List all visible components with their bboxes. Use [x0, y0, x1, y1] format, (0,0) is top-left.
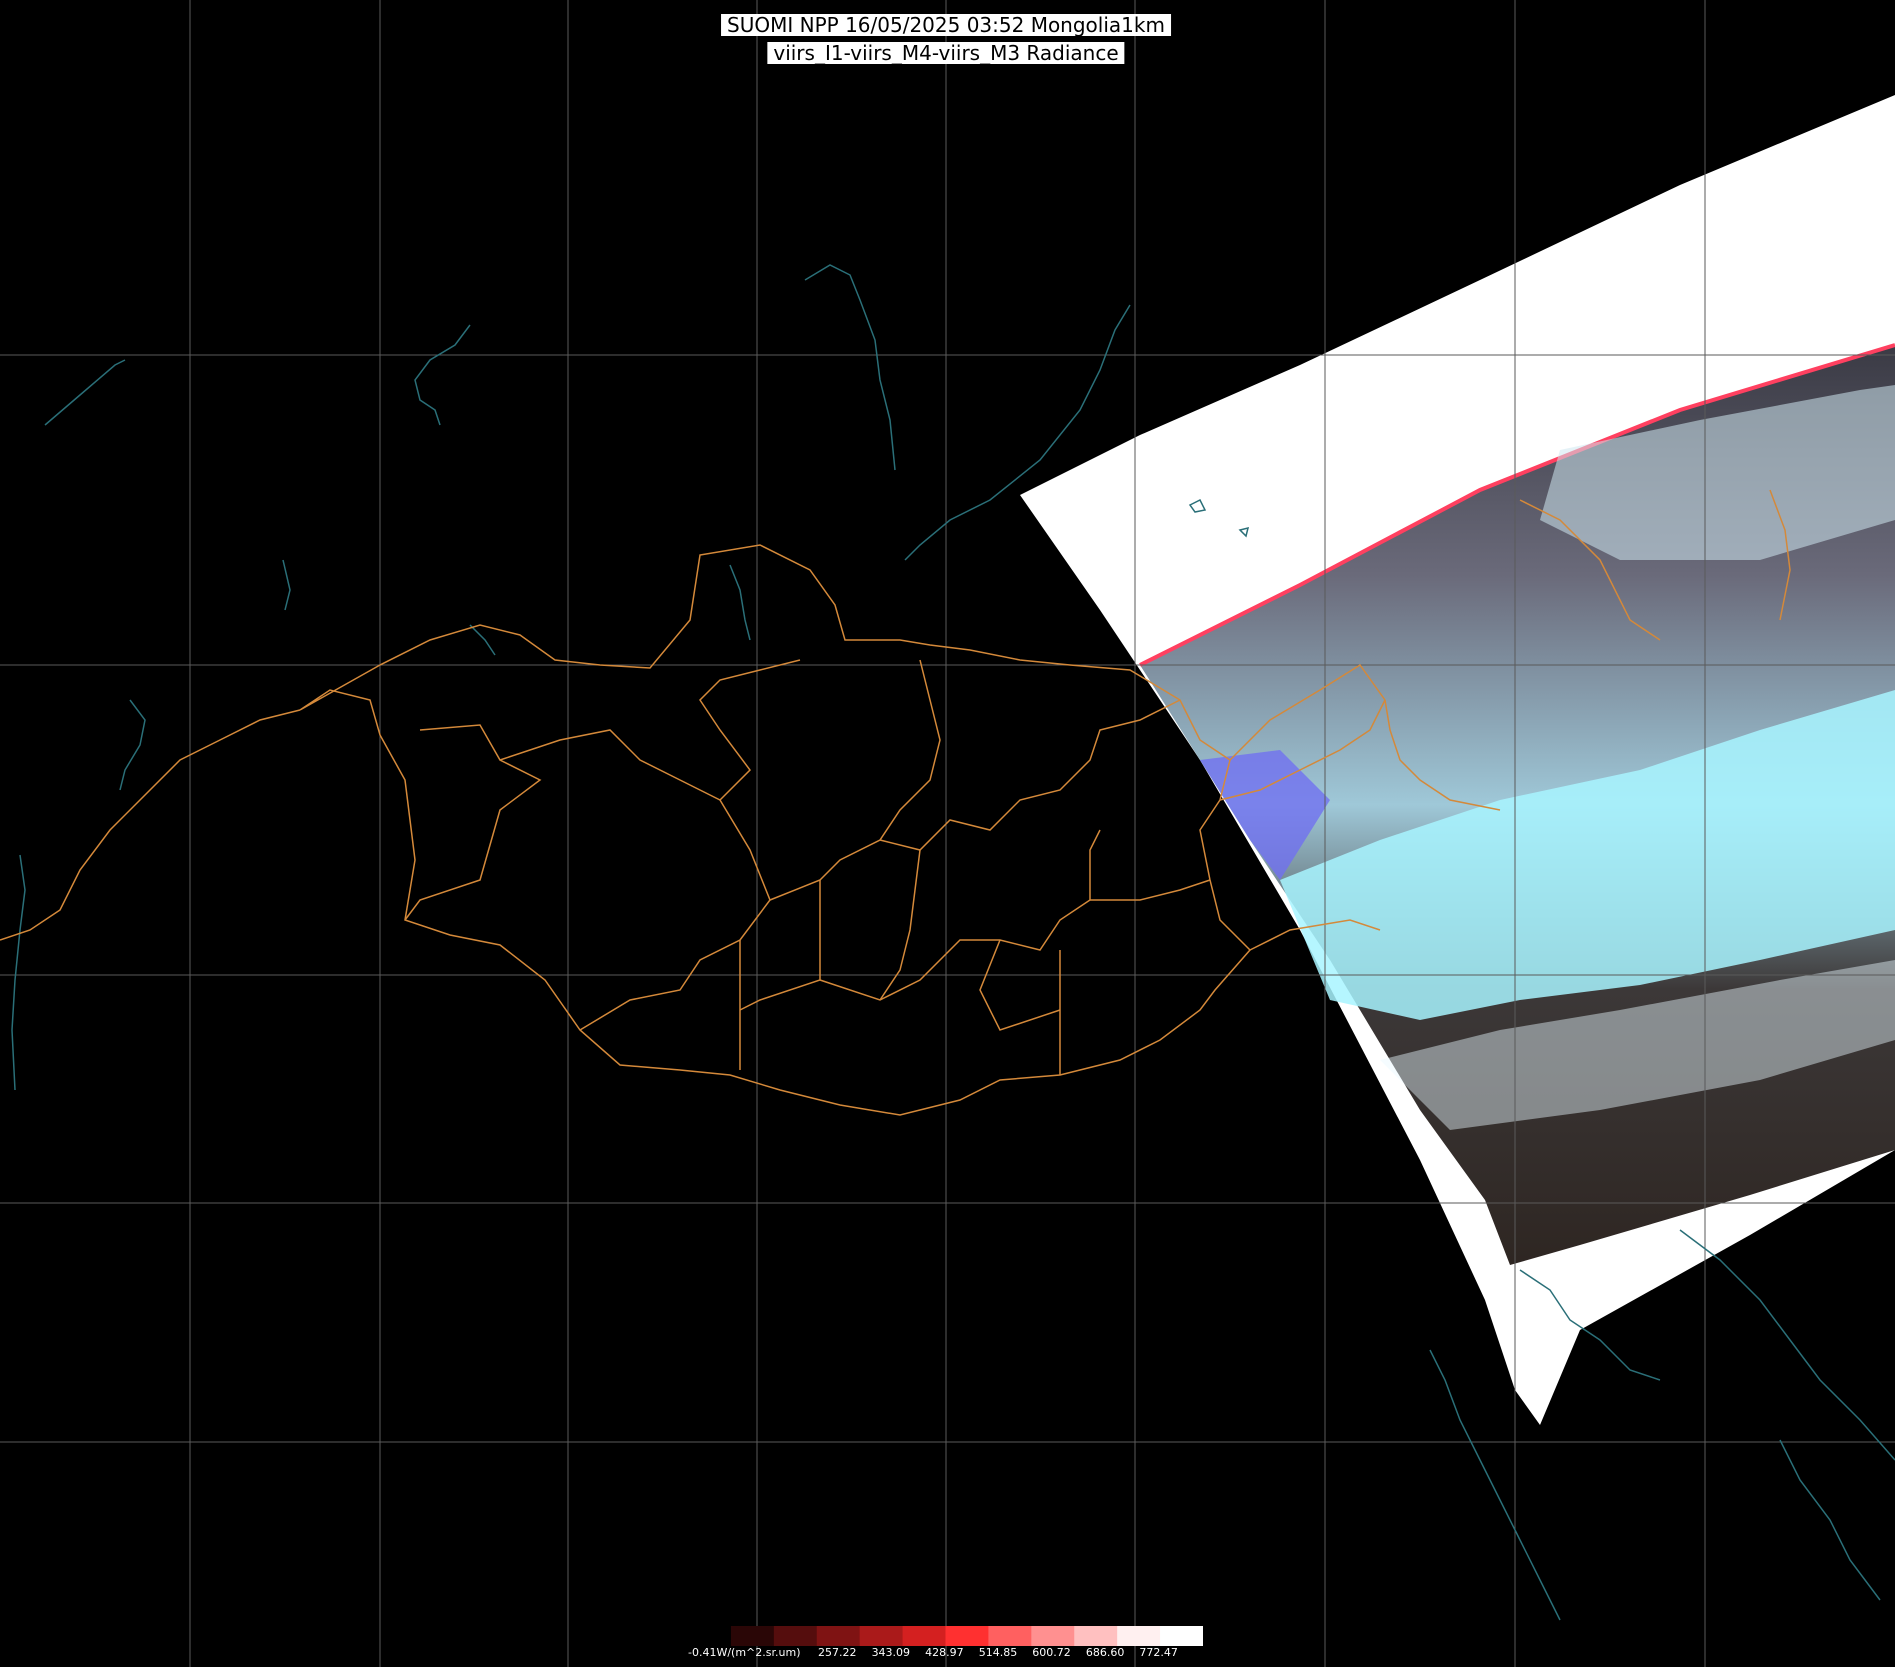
colorbar-swatch: [816, 1626, 861, 1646]
colorbar-swatch: [1031, 1626, 1075, 1646]
colorbar-swatch: [1160, 1626, 1203, 1646]
colorbar-tick-label: 686.60: [1085, 1646, 1125, 1659]
colorbar-tick-label: 600.72: [1032, 1646, 1071, 1659]
colorbar-swatch: [945, 1626, 989, 1646]
colorbar-tick-label: 514.85: [978, 1646, 1018, 1659]
colorbar-tick-label: 428.97: [925, 1646, 964, 1659]
colorbar-swatch: [902, 1626, 946, 1646]
colorbar-tick-label: 257.22: [818, 1646, 857, 1659]
colorbar-swatch: [859, 1626, 904, 1646]
colorbar-tick-label: 772.47: [1139, 1646, 1178, 1659]
colorbar-swatch: [1117, 1626, 1161, 1646]
colorbar-unit-label: -0.41W/(m^2.sr.um): [688, 1646, 801, 1659]
colorbar-swatch: [730, 1626, 775, 1646]
satellite-map: [0, 0, 1895, 1667]
map-title-line2: viirs_I1-viirs_M4-viirs_M3 Radiance: [767, 42, 1125, 64]
map-title-line1: SUOMI NPP 16/05/2025 03:52 Mongolia1km: [721, 14, 1171, 36]
colorbar-swatch: [773, 1626, 818, 1646]
colorbar-swatch: [988, 1626, 1032, 1646]
colorbar-swatch: [688, 1626, 732, 1646]
colorbar-tick-label: 343.09: [871, 1646, 911, 1659]
colorbar-swatch: [1074, 1626, 1118, 1646]
colorbar: [688, 1626, 1203, 1646]
